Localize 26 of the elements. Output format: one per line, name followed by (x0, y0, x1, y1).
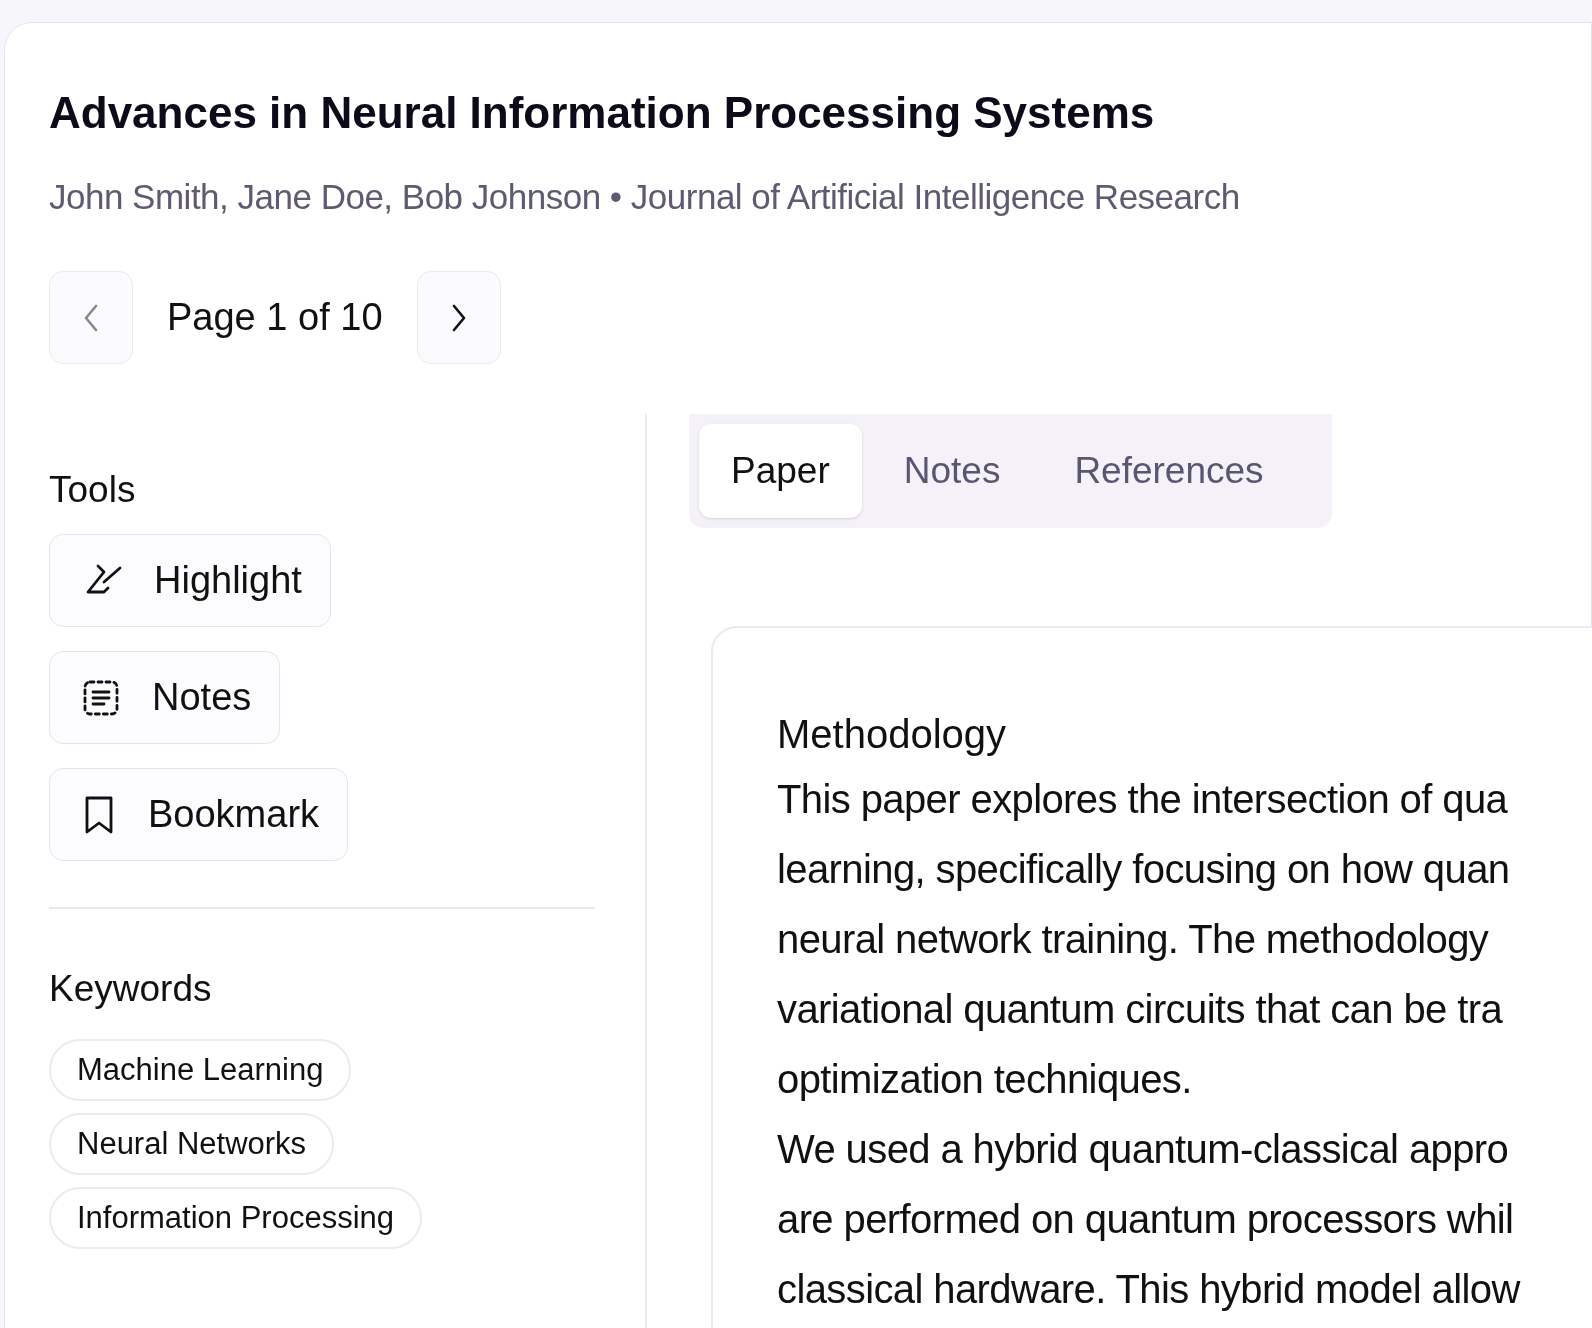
paragraph-line: We used a hybrid quantum-classical appro (777, 1126, 1510, 1173)
tab[interactable]: References (1042, 424, 1296, 518)
next-page-button[interactable] (416, 271, 501, 364)
keywords-heading: Keywords (49, 967, 213, 1011)
paragraph-line: neural network training. The methodology (777, 916, 1490, 963)
tools-heading: Tools (49, 468, 137, 512)
bookmark-tool-button[interactable]: Bookmark (49, 768, 349, 861)
paragraph-line: This paper explores the intersection of qua (777, 776, 1509, 823)
keyword-tag: Machine Learning (49, 1039, 352, 1101)
tab[interactable]: Notes (871, 424, 1033, 518)
paper-byline: John Smith, Jane Doe, Bob Johnson • Journal of Artificial Intelligence Research (49, 176, 1241, 218)
paragraph-line: variational quantum circuits that can be tra (777, 986, 1504, 1033)
paragraph-line: classical hardware. This hybrid model allow (777, 1266, 1522, 1313)
section-heading: Methodology (777, 711, 1008, 758)
chevron-left-icon (82, 302, 100, 333)
notes-icon (82, 678, 120, 717)
notes-tool-button[interactable]: Notes (49, 651, 281, 744)
paragraph-line: optimization techniques. (777, 1056, 1193, 1103)
paper-title: Advances in Neural Information Processing Systems (49, 87, 1156, 139)
highlight-tool-button[interactable]: Highlight (49, 534, 331, 627)
paragraph-line: are performed on quantum processors whil (777, 1196, 1515, 1243)
keyword-tag: Information Processing (49, 1187, 423, 1249)
paragraph-line: learning, specifically focusing on how quan (777, 846, 1511, 893)
page-indicator: Page 1 of 10 (166, 295, 384, 340)
tab[interactable]: Paper (699, 424, 862, 518)
keyword-tag: Neural Networks (49, 1113, 335, 1175)
